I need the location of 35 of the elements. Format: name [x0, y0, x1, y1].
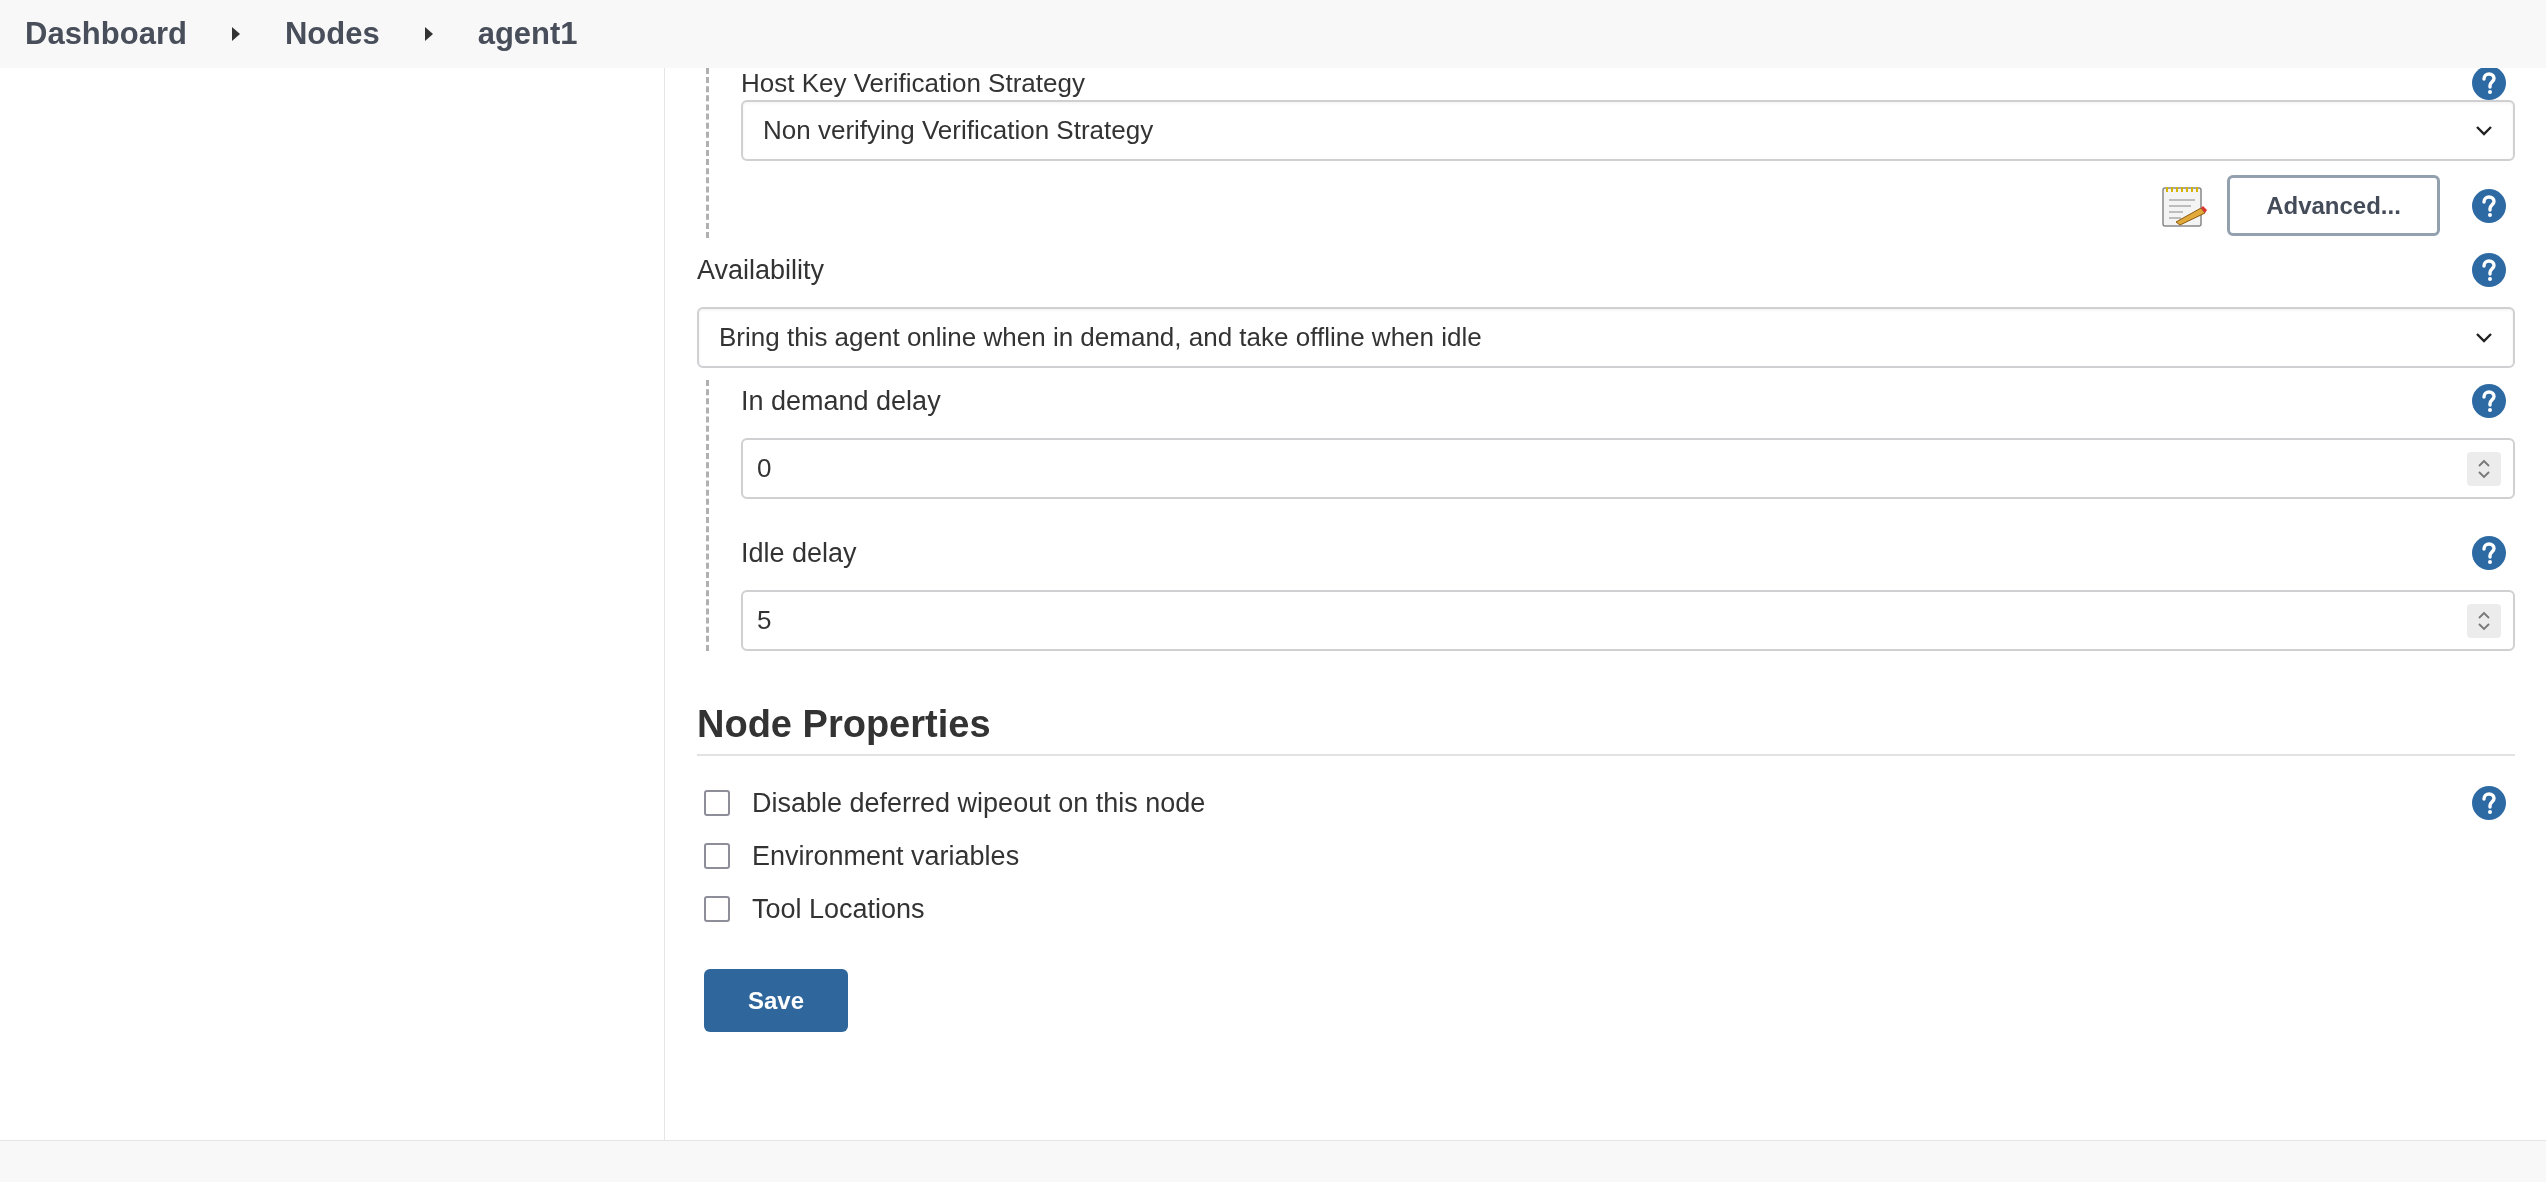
number-input[interactable]: 0 — [741, 438, 2515, 499]
field-label: Host Key Verification Strategy — [741, 68, 1085, 98]
spinner-icon[interactable] — [2467, 603, 2501, 638]
checkbox-option[interactable]: Tool Locations — [704, 888, 925, 930]
field-label: In demand delay — [741, 384, 941, 418]
help-icon[interactable] — [2472, 786, 2506, 820]
checkbox-label: Tool Locations — [752, 892, 925, 926]
help-icon[interactable] — [2472, 384, 2506, 418]
help-icon[interactable] — [2472, 68, 2506, 100]
chevron-down-icon — [2475, 331, 2493, 344]
field-label: Idle delay — [741, 536, 857, 570]
number-input[interactable]: 5 — [741, 590, 2515, 651]
checkbox[interactable] — [704, 843, 730, 869]
spinner-icon[interactable] — [2467, 451, 2501, 486]
checkbox[interactable] — [704, 896, 730, 922]
chevron-down-icon — [2475, 124, 2493, 137]
caret-right-icon — [230, 26, 241, 42]
field-label: Availability — [697, 253, 825, 287]
advanced-button[interactable]: Advanced... — [2227, 175, 2440, 236]
section-heading: Node Properties — [697, 702, 992, 747]
help-icon[interactable] — [2472, 188, 2506, 223]
checkbox-option[interactable]: Environment variables — [704, 835, 1020, 877]
breadcrumb-link[interactable]: agent1 — [477, 10, 578, 58]
checkbox-option[interactable]: Disable deferred wipeout on this node — [704, 782, 1206, 824]
checkbox[interactable] — [704, 790, 730, 816]
checkbox-label: Environment variables — [752, 839, 1020, 873]
save-button[interactable]: Save — [704, 969, 848, 1032]
checkbox-label: Disable deferred wipeout on this node — [752, 786, 1206, 820]
caret-right-icon — [423, 26, 434, 42]
dropdown-select[interactable]: Bring this agent online when in demand, and take offline when idle — [697, 307, 2515, 368]
breadcrumb-link[interactable]: Dashboard — [25, 10, 187, 58]
dropdown-select[interactable]: Non verifying Verification Strategy — [741, 100, 2515, 161]
breadcrumb-link[interactable]: Nodes — [284, 10, 380, 58]
help-icon[interactable] — [2472, 253, 2506, 287]
help-icon[interactable] — [2472, 536, 2506, 570]
